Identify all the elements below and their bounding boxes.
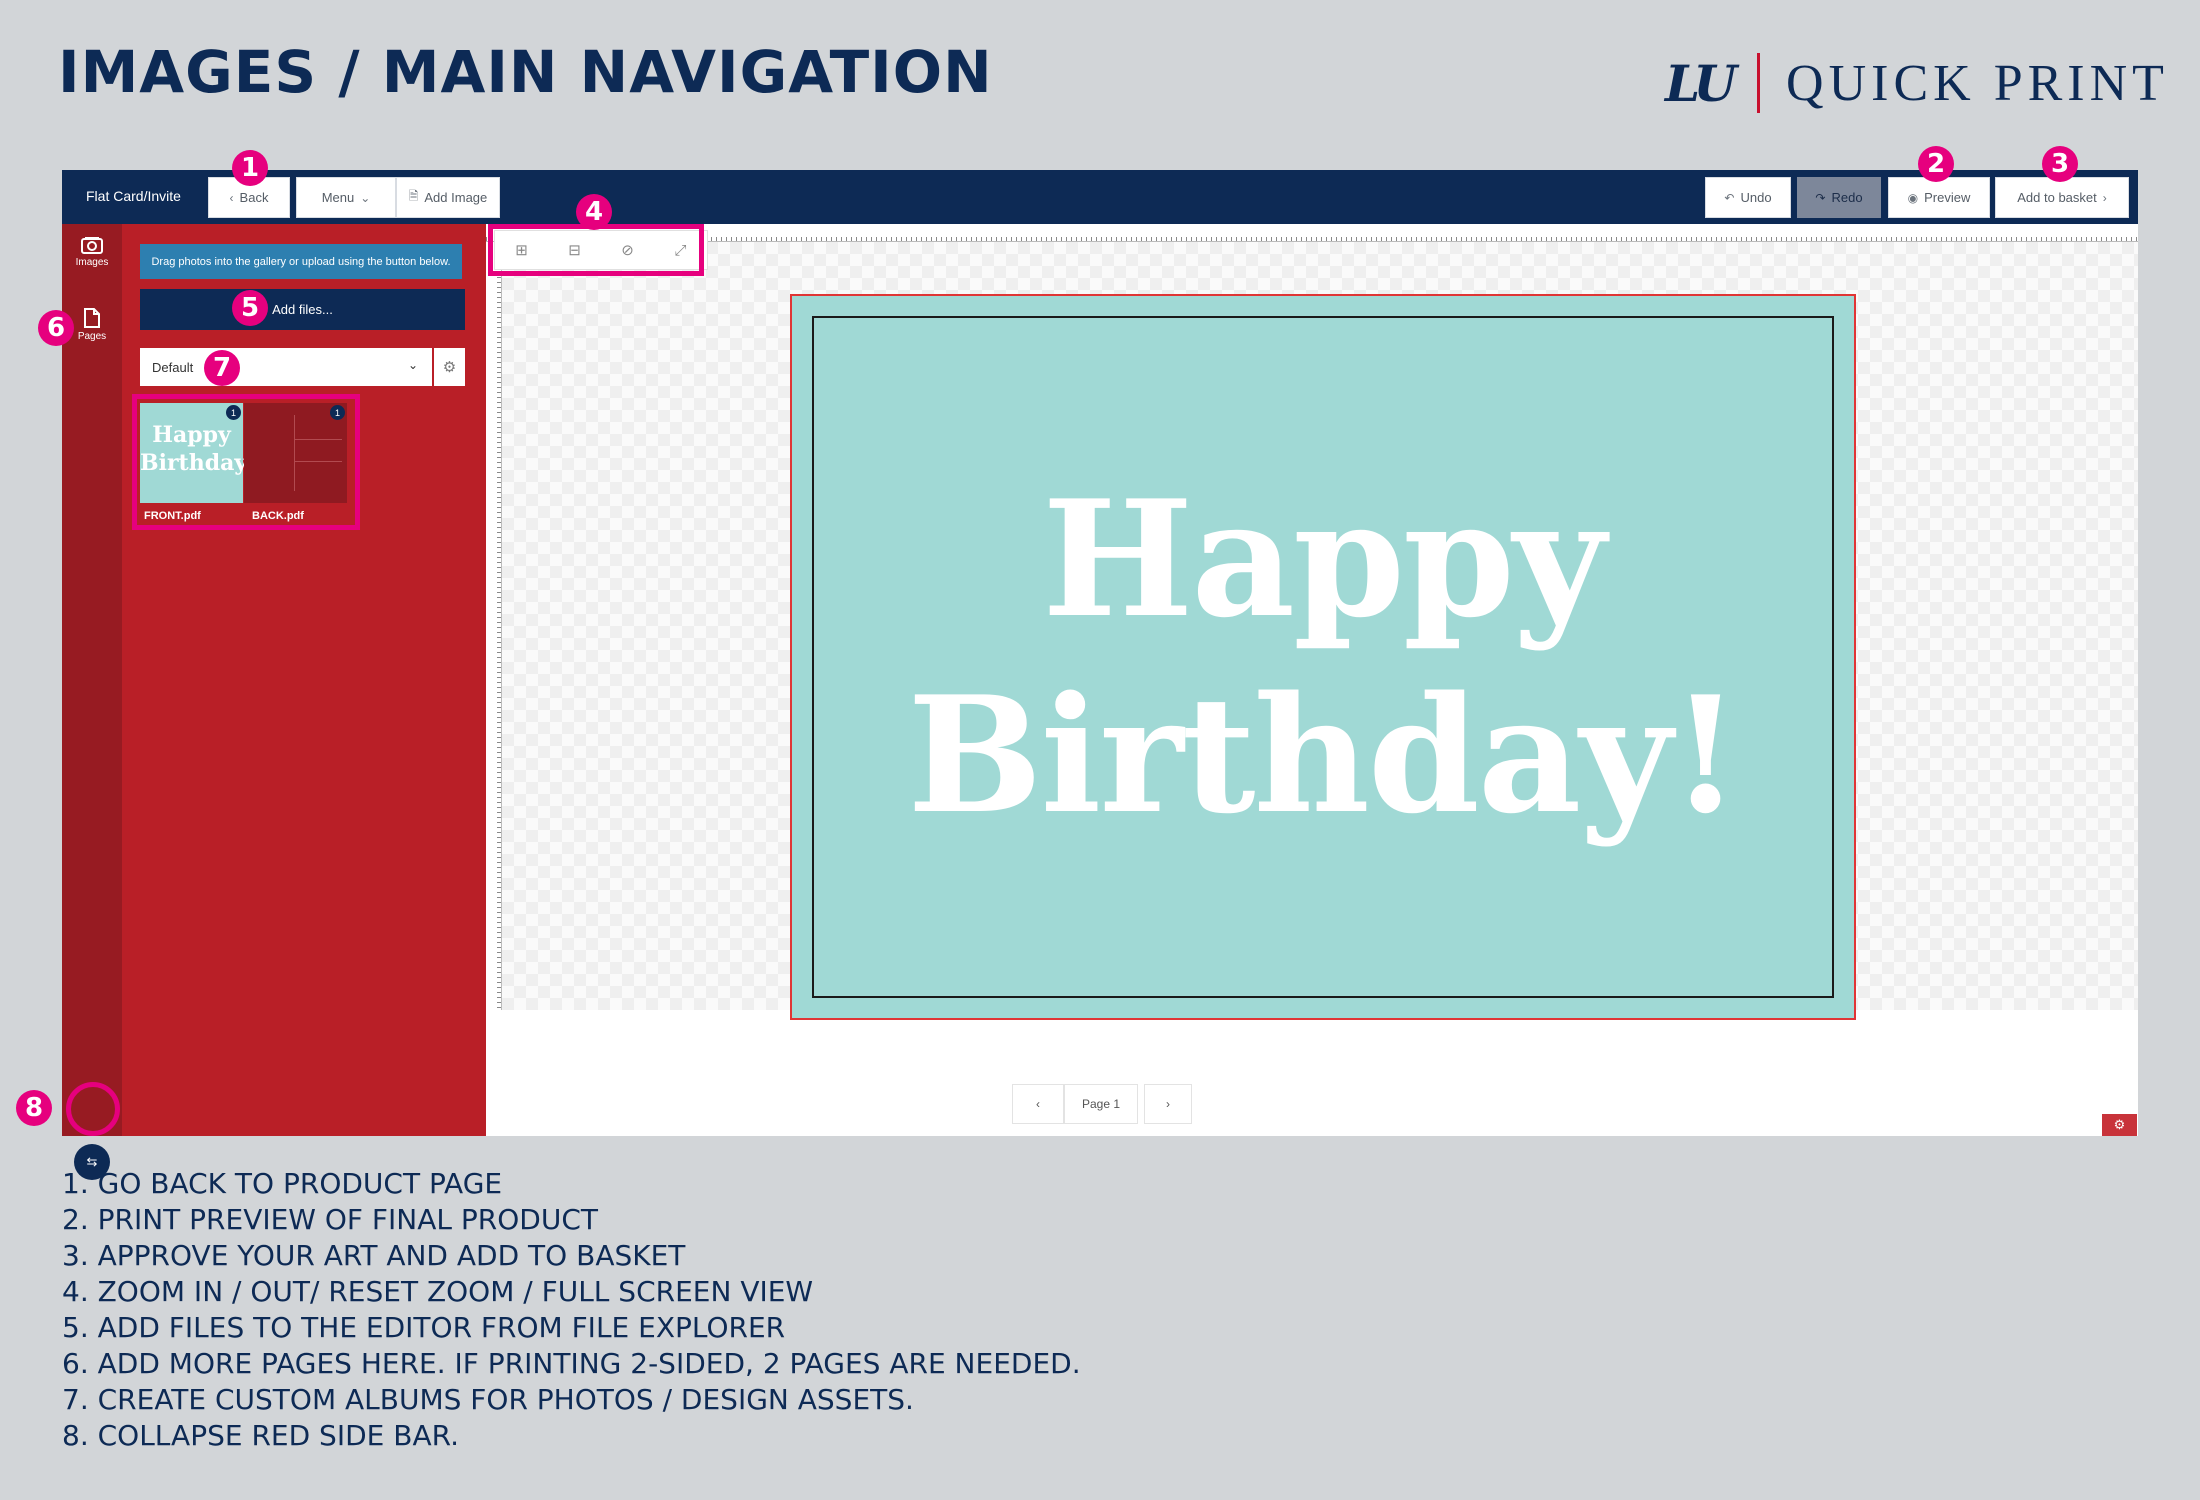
- add-to-basket-button[interactable]: Add to basket ›: [1995, 177, 2129, 218]
- product-name: Flat Card/Invite: [86, 188, 181, 204]
- callout-4: 4: [576, 194, 612, 230]
- album-select-value: Default: [152, 359, 194, 375]
- album-select[interactable]: Default ⌄: [140, 348, 432, 386]
- preview-button[interactable]: ◉ Preview: [1888, 177, 1990, 218]
- left-rail: Images Pages ⇆: [62, 224, 122, 1180]
- preview-label: Preview: [1924, 190, 1971, 205]
- legend-item: 7. CREATE CUSTOM ALBUMS FOR PHOTOS / DES…: [62, 1383, 914, 1416]
- images-icon: [81, 237, 103, 254]
- card-safe-area: Happy Birthday!: [812, 316, 1834, 998]
- add-image-label: Add Image: [424, 190, 488, 205]
- brand-logo-lockup: LU QUICK PRINT: [1665, 48, 2169, 118]
- undo-icon: ↶: [1724, 190, 1735, 205]
- callout-6: 6: [38, 310, 74, 346]
- chevron-right-icon: ›: [1166, 1097, 1170, 1111]
- add-image-button[interactable]: 🗎 Add Image: [396, 177, 500, 218]
- rail-item-label: Images: [75, 257, 109, 268]
- legend-item: 3. APPROVE YOUR ART AND ADD TO BASKET: [62, 1239, 686, 1272]
- undo-label: Undo: [1740, 190, 1772, 205]
- pages-icon: [84, 308, 100, 328]
- prev-page-button[interactable]: ‹: [1012, 1084, 1064, 1124]
- gear-icon: ⚙: [442, 359, 457, 376]
- page-indicator: Page 1: [1064, 1084, 1138, 1124]
- chevron-left-icon: ‹: [229, 190, 234, 205]
- callout-legend: 1. GO BACK TO PRODUCT PAGE 2. PRINT PREV…: [62, 1166, 1081, 1454]
- settings-corner-button[interactable]: ⚙: [2102, 1114, 2137, 1136]
- file-image-icon: 🗎: [408, 189, 419, 203]
- page-title: IMAGES / MAIN NAVIGATION: [58, 38, 993, 106]
- menu-button[interactable]: Menu ⌄: [296, 177, 396, 218]
- gear-icon: ⚙: [2113, 1117, 2126, 1132]
- brand-divider: [1757, 53, 1761, 113]
- callout-highlight-thumbnails: [132, 394, 360, 530]
- redo-icon: ↷: [1815, 190, 1826, 205]
- legend-item: 8. COLLAPSE RED SIDE BAR.: [62, 1419, 459, 1452]
- vertical-ruler: [486, 242, 502, 1010]
- add-files-button[interactable]: Add files...: [140, 289, 465, 330]
- callout-7: 7: [204, 350, 240, 386]
- callout-1: 1: [232, 150, 268, 186]
- lu-logo: LU: [1665, 53, 1737, 113]
- chevron-left-icon: ‹: [1036, 1097, 1040, 1111]
- menu-label: Menu: [321, 190, 355, 205]
- callout-3: 3: [2042, 146, 2078, 182]
- album-settings-button[interactable]: ⚙: [434, 348, 465, 386]
- redo-button[interactable]: ↷ Redo: [1797, 177, 1881, 218]
- redo-label: Redo: [1831, 190, 1863, 205]
- rail-item-label: Pages: [77, 331, 107, 342]
- card-bleed-area[interactable]: Happy Birthday!: [790, 294, 1856, 1020]
- chevron-down-icon: ⌄: [360, 190, 371, 205]
- next-page-button[interactable]: ›: [1144, 1084, 1192, 1124]
- callout-highlight-collapse: [66, 1082, 120, 1136]
- add-to-basket-label: Add to basket: [2017, 190, 2097, 205]
- chevron-down-icon: ⌄: [407, 358, 418, 372]
- legend-item: 4. ZOOM IN / OUT/ RESET ZOOM / FULL SCRE…: [62, 1275, 814, 1308]
- legend-item: 2. PRINT PREVIEW OF FINAL PRODUCT: [62, 1203, 598, 1236]
- undo-button[interactable]: ↶ Undo: [1705, 177, 1791, 218]
- chevron-right-icon: ›: [2102, 190, 2107, 205]
- eye-icon: ◉: [1907, 190, 1919, 205]
- upload-info-banner: Drag photos into the gallery or upload u…: [140, 244, 462, 279]
- rail-item-images[interactable]: Images: [62, 236, 122, 268]
- callout-2: 2: [1918, 146, 1954, 182]
- editor-toolbar: Flat Card/Invite ‹ Back Menu ⌄ 🗎 Add Ima…: [62, 170, 2138, 224]
- legend-item: 6. ADD MORE PAGES HERE. IF PRINTING 2-SI…: [62, 1347, 1081, 1380]
- callout-8: 8: [16, 1090, 52, 1126]
- back-label: Back: [239, 190, 269, 205]
- callout-highlight-zoom: [488, 224, 704, 276]
- brand-name: QUICK PRINT: [1786, 54, 2169, 112]
- legend-item: 1. GO BACK TO PRODUCT PAGE: [62, 1167, 503, 1200]
- horizontal-ruler: [486, 224, 2138, 242]
- images-panel: Drag photos into the gallery or upload u…: [122, 224, 486, 1136]
- card-text-line-1: Happy: [1042, 465, 1606, 653]
- callout-5: 5: [232, 290, 268, 326]
- legend-item: 5. ADD FILES TO THE EDITOR FROM FILE EXP…: [62, 1311, 786, 1344]
- card-text-line-2: Birthday!: [907, 661, 1740, 849]
- editor-app: Flat Card/Invite ‹ Back Menu ⌄ 🗎 Add Ima…: [62, 170, 2138, 1180]
